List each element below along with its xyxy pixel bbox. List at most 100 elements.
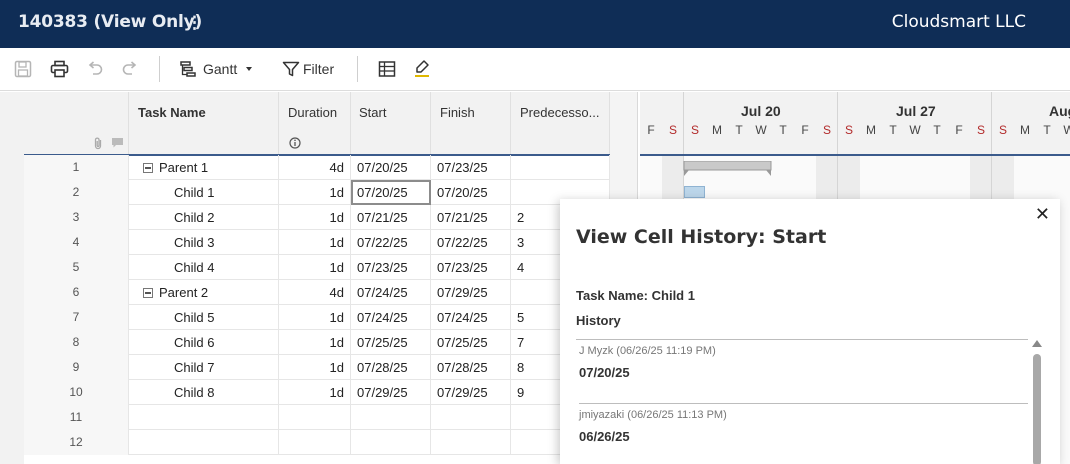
start-cell[interactable]: 07/21/25: [351, 205, 431, 230]
view-selector[interactable]: Gantt: [179, 58, 257, 80]
start-cell[interactable]: 07/24/25: [351, 280, 431, 305]
duration-cell[interactable]: 4d: [279, 155, 351, 180]
undo-icon[interactable]: [86, 58, 104, 80]
start-cell[interactable]: 07/23/25: [351, 255, 431, 280]
row-number[interactable]: 1: [24, 155, 129, 180]
collapse-icon[interactable]: [143, 287, 153, 298]
table-row[interactable]: 1 Parent 1 4d 07/20/25 07/23/25: [24, 155, 610, 180]
table-row[interactable]: 5 Child 4 1d 07/23/25 07/23/25 4: [24, 255, 610, 280]
cell-history-dialog: ✕ View Cell History: Start Task Name: Ch…: [560, 199, 1060, 464]
start-cell[interactable]: 07/25/25: [351, 330, 431, 355]
task-name-cell[interactable]: [129, 405, 279, 430]
row-number[interactable]: 2: [24, 180, 129, 205]
start-cell[interactable]: [351, 430, 431, 455]
duration-cell[interactable]: 1d: [279, 330, 351, 355]
row-number[interactable]: 10: [24, 380, 129, 405]
predecessors-cell[interactable]: [511, 155, 610, 180]
finish-cell[interactable]: 07/22/25: [431, 230, 511, 255]
column-header-predecessors[interactable]: Predecesso...: [511, 92, 610, 155]
finish-cell[interactable]: 07/23/25: [431, 155, 511, 180]
duration-cell[interactable]: 1d: [279, 255, 351, 280]
table-row[interactable]: 4 Child 3 1d 07/22/25 07/22/25 3: [24, 230, 610, 255]
column-header-start[interactable]: Start: [351, 92, 431, 155]
task-name-cell[interactable]: Parent 2: [129, 280, 279, 305]
duration-cell[interactable]: [279, 405, 351, 430]
start-cell[interactable]: 07/22/25: [351, 230, 431, 255]
row-number[interactable]: 4: [24, 230, 129, 255]
row-number[interactable]: 7: [24, 305, 129, 330]
task-name-cell[interactable]: Child 1: [129, 180, 279, 205]
print-icon[interactable]: [50, 58, 69, 80]
task-name-cell[interactable]: Parent 1: [129, 155, 279, 180]
start-cell[interactable]: [351, 405, 431, 430]
duration-cell[interactable]: 1d: [279, 305, 351, 330]
row-number[interactable]: 3: [24, 205, 129, 230]
finish-cell[interactable]: 07/20/25: [431, 180, 511, 205]
start-cell[interactable]: 07/20/25: [351, 180, 431, 205]
finish-cell[interactable]: [431, 405, 511, 430]
duration-cell[interactable]: [279, 430, 351, 455]
finish-cell[interactable]: 07/29/25: [431, 280, 511, 305]
task-name-cell[interactable]: Child 3: [129, 230, 279, 255]
finish-cell[interactable]: 07/28/25: [431, 355, 511, 380]
row-number[interactable]: 12: [24, 430, 129, 455]
grid-view-icon[interactable]: [378, 58, 396, 80]
start-cell[interactable]: 07/29/25: [351, 380, 431, 405]
start-cell[interactable]: 07/24/25: [351, 305, 431, 330]
row-number[interactable]: 11: [24, 405, 129, 430]
task-name-cell[interactable]: Child 2: [129, 205, 279, 230]
save-icon[interactable]: [14, 58, 32, 80]
highlight-icon[interactable]: [413, 58, 431, 80]
gantt-timeline-header: Jul 20 Jul 27 Aug FSSMTWTFSSMTWTFSSMTW: [640, 92, 1070, 155]
finish-cell[interactable]: 07/21/25: [431, 205, 511, 230]
row-number[interactable]: 6: [24, 280, 129, 305]
duration-cell[interactable]: 4d: [279, 280, 351, 305]
task-name-cell[interactable]: Child 8: [129, 380, 279, 405]
close-icon[interactable]: ✕: [1035, 204, 1050, 225]
duration-cell[interactable]: 1d: [279, 230, 351, 255]
column-header-duration[interactable]: Duration: [279, 92, 351, 155]
duration-cell[interactable]: 1d: [279, 355, 351, 380]
filter-button[interactable]: Filter: [282, 58, 334, 80]
finish-cell[interactable]: 07/29/25: [431, 380, 511, 405]
duration-cell[interactable]: 1d: [279, 180, 351, 205]
row-number[interactable]: 8: [24, 330, 129, 355]
duration-cell[interactable]: 1d: [279, 205, 351, 230]
row-number[interactable]: 9: [24, 355, 129, 380]
table-row[interactable]: 11: [24, 405, 610, 430]
task-name-cell[interactable]: Child 7: [129, 355, 279, 380]
task-name-cell[interactable]: [129, 430, 279, 455]
history-scrollbar[interactable]: [1033, 354, 1041, 464]
task-name-cell[interactable]: Child 4: [129, 255, 279, 280]
table-row[interactable]: 8 Child 6 1d 07/25/25 07/25/25 7: [24, 330, 610, 355]
table-row[interactable]: 2 Child 1 1d 07/20/25 07/20/25: [24, 180, 610, 205]
finish-cell[interactable]: [431, 430, 511, 455]
scroll-up-icon[interactable]: [1032, 340, 1042, 347]
column-header-finish[interactable]: Finish: [431, 92, 511, 155]
task-name-cell[interactable]: Child 5: [129, 305, 279, 330]
child-1-task-bar[interactable]: [684, 186, 705, 198]
redo-icon[interactable]: [121, 58, 139, 80]
finish-cell[interactable]: 07/23/25: [431, 255, 511, 280]
sheet-title[interactable]: 140383 (View Only): [18, 12, 202, 32]
table-row[interactable]: 10 Child 8 1d 07/29/25 07/29/25 9: [24, 380, 610, 405]
row-number[interactable]: 5: [24, 255, 129, 280]
start-cell[interactable]: 07/28/25: [351, 355, 431, 380]
table-row[interactable]: 3 Child 2 1d 07/21/25 07/21/25 2: [24, 205, 610, 230]
table-row[interactable]: 9 Child 7 1d 07/28/25 07/28/25 8: [24, 355, 610, 380]
table-row[interactable]: 7 Child 5 1d 07/24/25 07/24/25 5: [24, 305, 610, 330]
column-header-task-name[interactable]: Task Name: [129, 92, 279, 155]
finish-cell[interactable]: 07/25/25: [431, 330, 511, 355]
collapse-icon[interactable]: [143, 162, 153, 173]
sheet-menu-icon[interactable]: ⋮: [186, 13, 203, 33]
task-name-cell[interactable]: Child 6: [129, 330, 279, 355]
parent-1-summary-bar[interactable]: [683, 161, 773, 181]
history-divider: [579, 403, 1028, 404]
table-row[interactable]: 12: [24, 430, 610, 455]
day-label: S: [976, 123, 985, 137]
duration-cell[interactable]: 1d: [279, 380, 351, 405]
finish-cell[interactable]: 07/24/25: [431, 305, 511, 330]
table-row[interactable]: 6 Parent 2 4d 07/24/25 07/29/25: [24, 280, 610, 305]
task-name-text: Child 6: [174, 335, 215, 350]
start-cell[interactable]: 07/20/25: [351, 155, 431, 180]
